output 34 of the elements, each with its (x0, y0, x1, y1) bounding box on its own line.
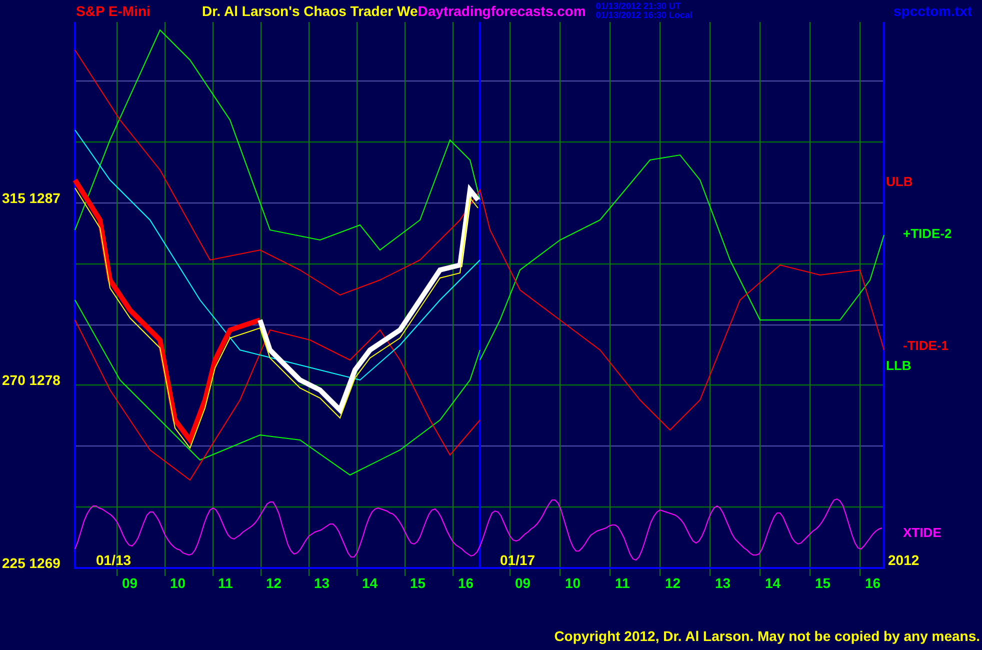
hour-label: 14 (765, 575, 781, 591)
date-label: 01/17 (500, 552, 536, 568)
hour-label: 10 (565, 575, 581, 591)
hour-label: 11 (218, 575, 233, 591)
hour-label: 09 (122, 575, 138, 591)
hour-label: 15 (410, 575, 426, 591)
year-label: 2012 (888, 552, 920, 568)
site-link[interactable]: Daytradingforecasts.com (418, 0, 586, 22)
timestamp: 01/13/2012 16:30 Local (596, 11, 692, 20)
series-label: LLB (886, 358, 912, 373)
series-label: -TIDE-1 (903, 338, 948, 353)
y-axis-label: 270 1278 (2, 372, 60, 388)
hour-label: 11 (615, 575, 630, 591)
timestamp: 01/13/2012 21:30 UT (596, 2, 682, 11)
market-title: S&P E-Mini (76, 2, 152, 20)
hour-label: 13 (715, 575, 731, 591)
series-label: +TIDE-2 (903, 226, 952, 241)
copyright-text: Copyright 2012, Dr. Al Larson. May not be copied by any means. (554, 627, 980, 646)
date-label: 01/13 (96, 552, 132, 568)
file-name: spcctom.txt (893, 2, 972, 21)
y-axis-label: 225 1269 (2, 555, 60, 571)
y-axis-label: 315 1287 (2, 190, 60, 206)
hour-label: 12 (266, 575, 282, 591)
hour-label: 12 (665, 575, 681, 591)
hour-label: 10 (170, 575, 186, 591)
hour-label: 09 (515, 575, 531, 591)
hour-label: 13 (314, 575, 330, 591)
hour-label: 15 (815, 575, 831, 591)
hour-label: 16 (458, 575, 474, 591)
series-label: XTIDE (903, 525, 942, 540)
hour-label: 16 (865, 575, 881, 591)
hour-label: 14 (362, 575, 378, 591)
page-title: Dr. Al Larson's Chaos Trader We (202, 2, 418, 20)
series-label: ULB (886, 174, 913, 189)
